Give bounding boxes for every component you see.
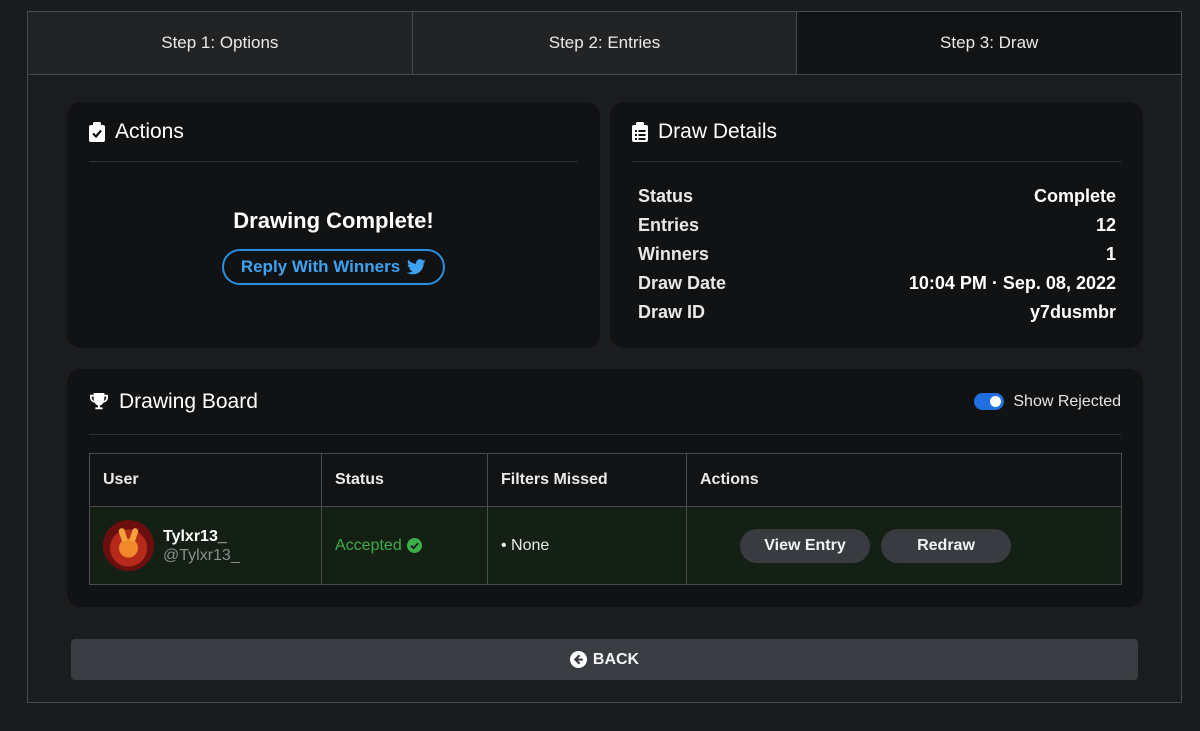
reply-with-winners-label: Reply With Winners <box>240 257 401 276</box>
drawing-board-card: Drawing Board Show Rejected User Status … <box>67 369 1143 607</box>
show-rejected-control: Show Rejected <box>974 393 1121 411</box>
tab-step-1-options[interactable]: Step 1: Options <box>28 12 413 74</box>
detail-value: 1 <box>1105 244 1116 264</box>
actions-cell: View Entry Redraw <box>686 506 1122 585</box>
column-header-user: User <box>89 453 322 507</box>
detail-label: Winners <box>638 244 709 264</box>
status-text: Accepted <box>335 536 402 554</box>
column-header-status: Status <box>321 453 488 507</box>
detail-row-winners: Winners 1 <box>638 240 1116 269</box>
detail-value: Complete <box>1033 186 1116 206</box>
draw-details-title: Draw Details <box>658 119 778 143</box>
show-rejected-toggle[interactable] <box>974 393 1005 410</box>
toggle-knob <box>990 396 1002 407</box>
user-info: Tylxr13_ @Tylxr13_ <box>163 527 240 565</box>
draw-details-card: Draw Details Status Complete Entries 12 … <box>610 102 1143 348</box>
detail-value: 12 <box>1095 215 1116 235</box>
user-handle: @Tylxr13_ <box>163 546 240 564</box>
show-rejected-label: Show Rejected <box>1013 392 1121 410</box>
twitter-bird-icon <box>407 259 426 275</box>
clipboard-list-icon <box>632 121 648 142</box>
status-cell: Accepted <box>321 506 488 585</box>
detail-label: Entries <box>638 215 700 235</box>
detail-row-entries: Entries 12 <box>638 211 1116 240</box>
detail-value: 10:04 PM · Sep. 08, 2022 <box>908 273 1116 293</box>
detail-row-draw-date: Draw Date 10:04 PM · Sep. 08, 2022 <box>638 269 1116 298</box>
clipboard-check-icon <box>89 121 105 142</box>
actions-card-header: Actions <box>89 102 578 162</box>
user-cell: Tylxr13_ @Tylxr13_ <box>89 506 322 585</box>
arrow-circle-left-icon <box>569 651 587 668</box>
actions-card: Actions Drawing Complete! Reply With Win… <box>67 102 600 348</box>
actions-card-title: Actions <box>115 119 184 143</box>
detail-label: Draw ID <box>638 302 706 322</box>
status-badge: Accepted <box>335 537 487 555</box>
trophy-icon <box>90 392 108 409</box>
draw-details-header: Draw Details <box>632 102 1121 162</box>
drawing-board-header: Drawing Board Show Rejected <box>89 369 1121 435</box>
draw-details-list: Status Complete Entries 12 Winners 1 Dra… <box>610 162 1143 327</box>
detail-label: Draw Date <box>638 273 727 293</box>
column-header-filters-missed: Filters Missed <box>487 453 687 507</box>
drawing-board-table: User Status Filters Missed Actions Tylxr… <box>89 453 1122 585</box>
detail-value: y7dusmbr <box>1029 302 1116 322</box>
filters-missed-cell: • None <box>487 506 687 585</box>
reply-with-winners-button[interactable]: Reply With Winners <box>221 249 446 285</box>
view-entry-button[interactable]: View Entry <box>740 528 870 563</box>
step-tabs: Step 1: Options Step 2: Entries Step 3: … <box>28 12 1182 75</box>
check-circle-icon <box>406 538 422 553</box>
actions-body: Drawing Complete! Reply With Winners <box>67 162 600 285</box>
column-header-actions: Actions <box>686 453 1122 507</box>
back-label: BACK <box>592 650 640 668</box>
avatar <box>103 520 154 571</box>
table-header-row: User Status Filters Missed Actions <box>89 453 1122 507</box>
drawing-complete-text: Drawing Complete! <box>233 208 434 233</box>
detail-row-draw-id: Draw ID y7dusmbr <box>638 298 1116 327</box>
table-row: Tylxr13_ @Tylxr13_ Accepted • None View … <box>89 506 1122 585</box>
redraw-button[interactable]: Redraw <box>881 528 1011 563</box>
detail-row-status: Status Complete <box>638 182 1116 211</box>
drawing-board-title: Drawing Board <box>119 389 258 413</box>
tab-step-3-draw[interactable]: Step 3: Draw <box>797 12 1182 74</box>
back-button[interactable]: BACK <box>71 639 1138 680</box>
user-name: Tylxr13_ <box>163 527 227 545</box>
tab-step-2-entries[interactable]: Step 2: Entries <box>412 12 798 74</box>
app-frame: Step 1: Options Step 2: Entries Step 3: … <box>27 11 1182 703</box>
detail-label: Status <box>638 186 694 206</box>
drawing-board-title-group: Drawing Board <box>89 390 258 414</box>
